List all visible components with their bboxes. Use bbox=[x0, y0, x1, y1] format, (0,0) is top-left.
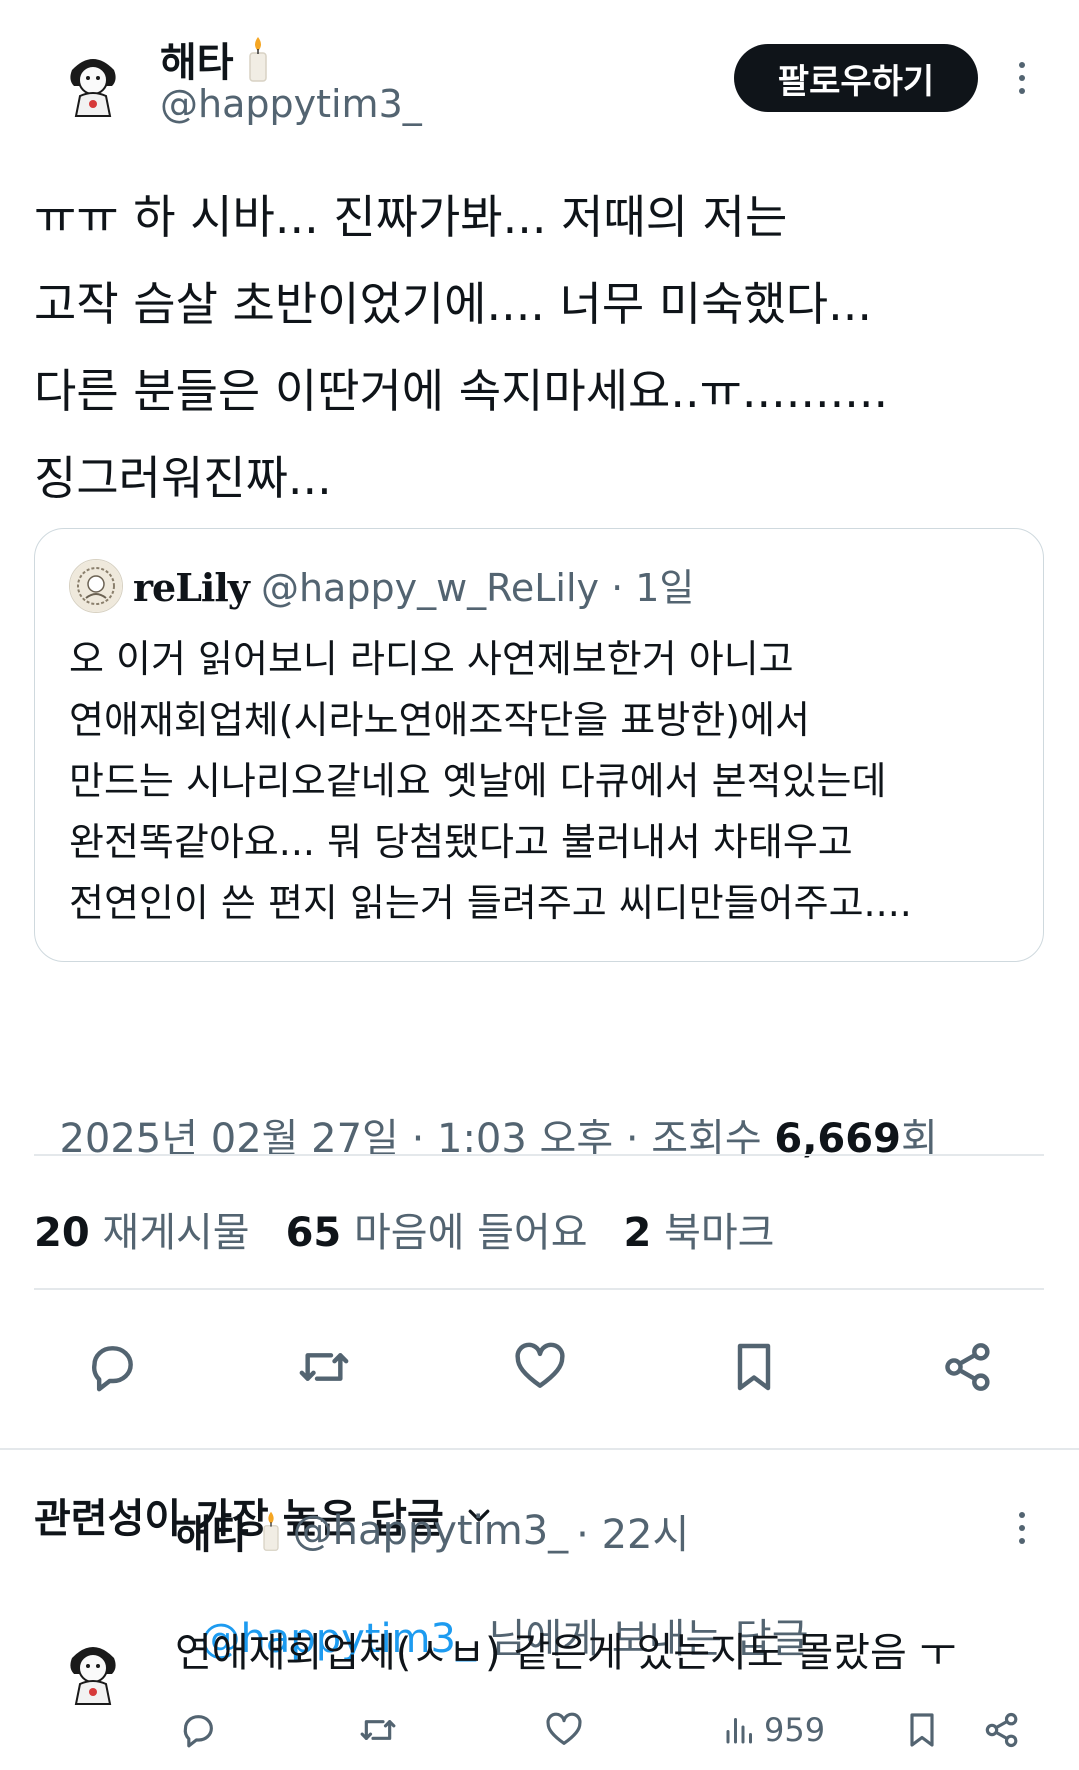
reply-author-name[interactable]: 해타 bbox=[175, 1502, 249, 1560]
section-divider bbox=[0, 1448, 1079, 1450]
quote-text: 오 이거 읽어보니 라디오 사연제보한거 아니고 연애재회업체(시라노연애조작단… bbox=[69, 637, 912, 925]
reply-icon[interactable] bbox=[80, 1335, 144, 1399]
author-name[interactable]: 해타 bbox=[160, 30, 234, 88]
heart-icon[interactable] bbox=[508, 1335, 572, 1399]
repost-icon[interactable] bbox=[292, 1335, 356, 1399]
reply-time: · 22시 bbox=[576, 1512, 690, 1558]
reply-author-avatar[interactable] bbox=[50, 1628, 136, 1714]
quoted-tweet[interactable]: reLily @happy_w_ReLily · 1일 오 이거 읽어보니 라디… bbox=[34, 528, 1044, 962]
bookmark-icon[interactable] bbox=[722, 1335, 786, 1399]
heart-icon[interactable] bbox=[542, 1708, 586, 1752]
share-icon[interactable] bbox=[980, 1708, 1024, 1752]
reply-author-handle[interactable]: @happytim3_ bbox=[293, 1508, 569, 1554]
quote-time: · 1일 bbox=[611, 566, 695, 610]
reply-text: 연애재회업체(ㅅㅂ) 같은게 있는지도 몰랐음 ㅜ bbox=[175, 1630, 957, 1676]
divider bbox=[34, 1154, 1044, 1156]
views-icon bbox=[722, 1710, 758, 1750]
candle-emoji bbox=[242, 35, 274, 83]
quote-author-avatar[interactable] bbox=[69, 559, 123, 613]
author-handle[interactable]: @happytim3_ bbox=[160, 82, 422, 126]
author-avatar[interactable] bbox=[50, 40, 136, 126]
divider bbox=[34, 1288, 1044, 1290]
bookmark-icon[interactable] bbox=[900, 1708, 944, 1752]
reposts-stat[interactable]: 20 재게시물 bbox=[34, 1200, 250, 1258]
share-icon[interactable] bbox=[936, 1335, 1000, 1399]
quote-author-handle[interactable]: @happy_w_ReLily bbox=[261, 566, 599, 610]
reply-views: 959 bbox=[764, 1711, 826, 1749]
views-stat[interactable]: 959 bbox=[722, 1710, 825, 1750]
bookmarks-stat[interactable]: 2 북마크 bbox=[624, 1200, 775, 1258]
repost-icon[interactable] bbox=[356, 1708, 400, 1752]
more-icon[interactable] bbox=[1012, 62, 1032, 94]
follow-button[interactable]: 팔로우하기 bbox=[734, 44, 978, 112]
tweet-stats: 20 재게시물 65 마음에 들어요 2 북마크 bbox=[34, 1200, 774, 1258]
candle-emoji bbox=[257, 1509, 285, 1553]
likes-stat[interactable]: 65 마음에 들어요 bbox=[286, 1200, 588, 1258]
tweet-text: ㅠㅠ 하 시바... 진짜가봐... 저때의 저는 고작 슴살 초반이었기에..… bbox=[34, 190, 889, 505]
reply-icon[interactable] bbox=[176, 1708, 220, 1752]
quote-author-name[interactable]: reLily bbox=[133, 565, 250, 610]
tweet-meta: 2025년 02월 27일 · 1:03 오후 · 조회수 6,669회 bbox=[34, 1060, 937, 1164]
more-icon[interactable] bbox=[1012, 1512, 1032, 1544]
